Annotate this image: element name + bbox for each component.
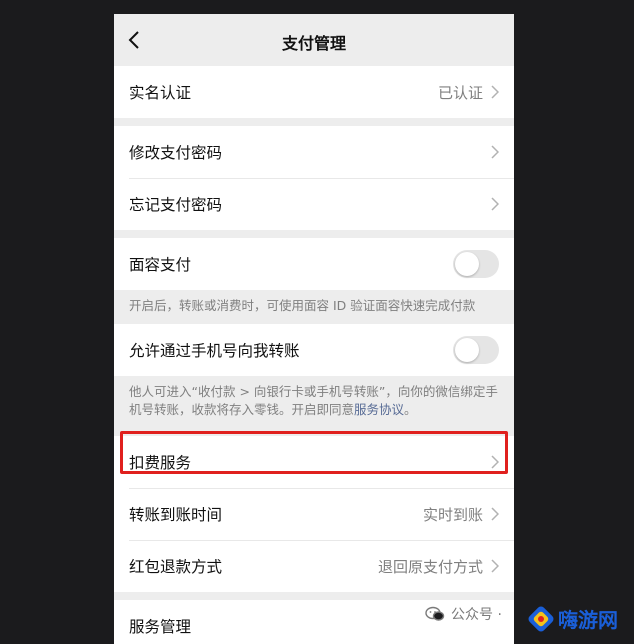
- row-phone-transfer-label: 允许通过手机号向我转账: [129, 342, 300, 360]
- face-pay-toggle[interactable]: [453, 250, 499, 278]
- chevron-right-icon: [491, 507, 499, 521]
- row-deduction-service[interactable]: 扣费服务: [114, 436, 514, 488]
- row-refund-method-value: 退回原支付方式: [377, 557, 483, 576]
- row-arrival-time[interactable]: 转账到账时间 实时到账: [114, 488, 514, 540]
- row-forgot-password[interactable]: 忘记支付密码: [114, 178, 514, 230]
- group-password: 修改支付密码 忘记支付密码: [114, 126, 514, 230]
- nav-bar: 支付管理: [114, 14, 514, 66]
- row-refund-method[interactable]: 红包退款方式 退回原支付方式: [114, 540, 514, 592]
- phone-transfer-toggle[interactable]: [453, 336, 499, 364]
- section-gap: [114, 230, 514, 238]
- row-face-pay: 面容支付: [114, 238, 514, 290]
- section-gap: [114, 118, 514, 126]
- row-change-password-label: 修改支付密码: [129, 144, 223, 162]
- service-agreement-link[interactable]: 服务协议: [354, 402, 404, 417]
- chevron-right-icon: [491, 455, 499, 469]
- section-gap: [114, 592, 514, 600]
- wechat-watermark: 公众号 ·: [425, 604, 502, 624]
- row-realname-value: 已认证: [437, 83, 483, 102]
- chevron-right-icon: [491, 197, 499, 211]
- phone-transfer-note-end: 。: [404, 402, 417, 417]
- row-deduction-label: 扣费服务: [129, 454, 192, 472]
- phone-transfer-note-text: 他人可进入“收付款 > 向银行卡或手机号转账”，向你的微信绑定手机号转账，收款将…: [129, 384, 498, 417]
- row-refund-method-label: 红包退款方式: [129, 558, 223, 576]
- row-forgot-password-label: 忘记支付密码: [129, 196, 223, 214]
- row-realname-label: 实名认证: [129, 84, 192, 102]
- chevron-right-icon: [491, 145, 499, 159]
- wechat-icon: [425, 606, 445, 621]
- group-face-pay: 面容支付: [114, 238, 514, 290]
- brand-logo-icon: [528, 606, 554, 631]
- phone-transfer-note: 他人可进入“收付款 > 向银行卡或手机号转账”，向你的微信绑定手机号转账，收款将…: [114, 376, 514, 428]
- brand-logo: 嗨游网: [528, 604, 618, 633]
- row-realname[interactable]: 实名认证 已认证: [114, 66, 514, 118]
- row-face-pay-label: 面容支付: [129, 256, 192, 274]
- row-phone-transfer: 允许通过手机号向我转账: [114, 324, 514, 376]
- row-arrival-time-value: 实时到账: [422, 505, 483, 524]
- group-realname: 实名认证 已认证: [114, 66, 514, 118]
- toggle-knob: [455, 252, 479, 276]
- section-gap: [114, 428, 514, 436]
- chevron-right-icon: [491, 559, 499, 573]
- phone-screen: 支付管理 实名认证 已认证 修改支付密码 忘记支付密码 面容支付 开启后，转账或…: [114, 14, 514, 644]
- group-services: 扣费服务 转账到账时间 实时到账 红包退款方式 退回原支付方式: [114, 436, 514, 592]
- group-phone-transfer: 允许通过手机号向我转账: [114, 324, 514, 376]
- brand-name: 嗨游网: [558, 608, 618, 632]
- face-pay-note: 开启后，转账或消费时，可使用面容 ID 验证面容快速完成付款: [114, 290, 514, 324]
- chevron-right-icon: [491, 85, 499, 99]
- watermark-text: 公众号 ·: [451, 607, 502, 623]
- page-title: 支付管理: [281, 34, 346, 53]
- row-arrival-time-label: 转账到账时间: [129, 506, 223, 524]
- row-change-password[interactable]: 修改支付密码: [114, 126, 514, 178]
- toggle-knob: [455, 338, 479, 362]
